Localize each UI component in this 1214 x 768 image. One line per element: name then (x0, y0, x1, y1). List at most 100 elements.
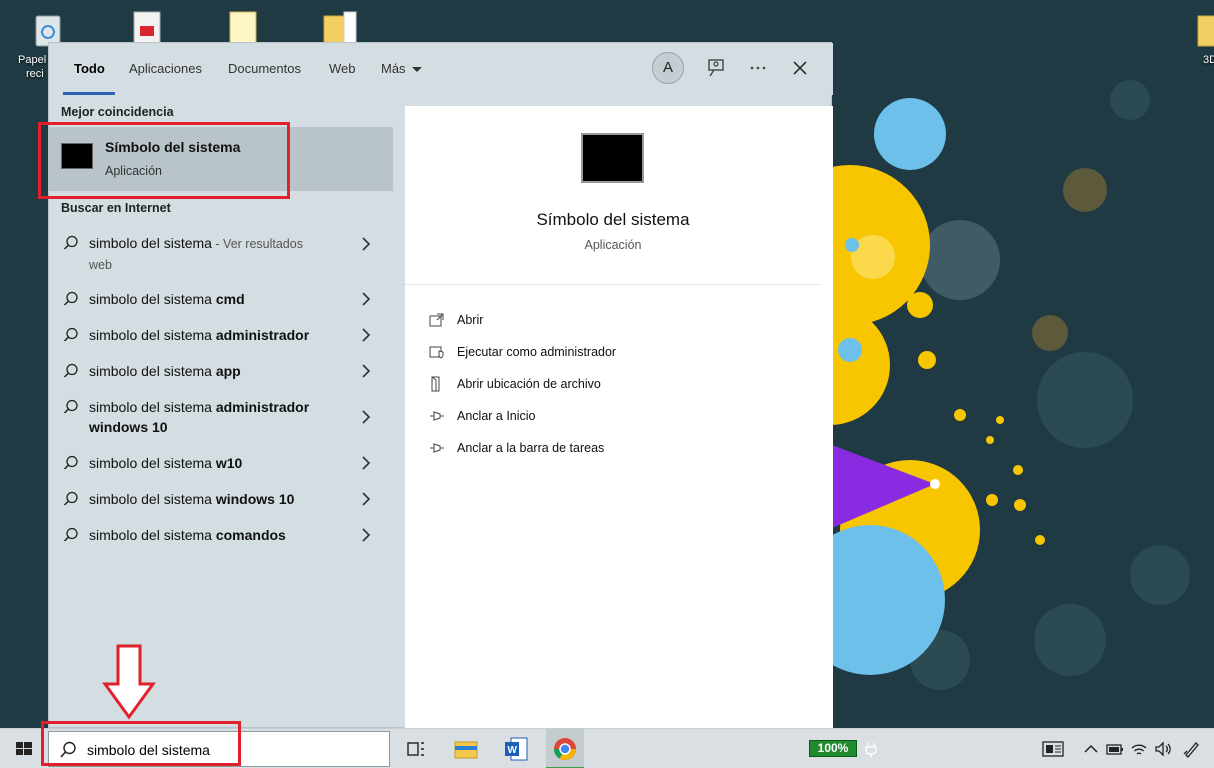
tab-aplicaciones[interactable]: Aplicaciones (129, 61, 202, 76)
web-result-bold: w10 (215, 455, 243, 471)
web-result-hint: - Ver resultados (211, 237, 303, 251)
taskbar-search-box[interactable] (48, 731, 390, 767)
chevron-right-icon (362, 410, 371, 424)
pin-icon (430, 443, 444, 453)
detail-pane: Símbolo del sistema Aplicación Abrir Eje… (405, 106, 833, 729)
tab-web[interactable]: Web (329, 61, 356, 76)
search-icon (63, 399, 78, 414)
web-search-heading: Buscar en Internet (61, 201, 171, 215)
web-result-bold: comandos (215, 527, 286, 543)
battery-percentage-badge: 100% (809, 740, 857, 757)
web-result-text: simbolo del sistema (89, 363, 216, 379)
power-plug-icon (865, 743, 877, 757)
arrow-down-icon (102, 644, 156, 720)
action-label: Ejecutar como administrador (457, 345, 617, 359)
search-tabs-bar: Todo Aplicaciones Documentos Web Más A (49, 43, 833, 95)
detail-divider (405, 284, 821, 285)
best-match-subtitle: Aplicación (105, 164, 162, 178)
taskbar-active-app[interactable] (546, 729, 584, 768)
best-match-item[interactable]: Símbolo del sistema Aplicación (49, 127, 393, 191)
folder-icon-3d[interactable] (1194, 8, 1214, 48)
search-icon (63, 363, 78, 378)
chevron-right-icon (362, 528, 371, 542)
web-result-6[interactable]: simbolo del sistema windows 10 (49, 489, 393, 513)
search-results: Mejor coincidencia Símbolo del sistema A… (49, 95, 393, 729)
desktop-label-recycle-2: reci (26, 68, 44, 80)
web-result-bold-2: windows 10 (89, 419, 168, 435)
search-icon (60, 741, 76, 758)
tab-todo[interactable]: Todo (74, 61, 105, 76)
detail-subtitle: Aplicación (584, 238, 642, 252)
action-label: Abrir ubicación de archivo (457, 377, 601, 391)
web-result-2[interactable]: simbolo del sistema administrador (49, 325, 393, 349)
admin-shield-icon (429, 346, 444, 359)
web-result-0[interactable]: simbolo del sistema - Ver resultados web (49, 233, 393, 277)
action-label: Abrir (457, 313, 484, 327)
volume-icon[interactable] (1154, 740, 1172, 758)
news-icon[interactable] (1042, 740, 1066, 758)
web-result-bold: administrador (215, 327, 310, 343)
web-result-text: simbolo del sistema (89, 291, 216, 307)
pin-icon (430, 411, 444, 421)
desktop-label-3d: 3D (1203, 54, 1214, 66)
web-result-bold: cmd (215, 291, 245, 307)
avatar[interactable]: A (652, 52, 684, 84)
search-panel: Todo Aplicaciones Documentos Web Más A M… (48, 42, 833, 729)
tab-mas[interactable]: Más (381, 61, 422, 76)
chevron-right-icon (362, 492, 371, 506)
web-result-text: simbolo del sistema (89, 455, 216, 471)
wifi-icon[interactable] (1130, 740, 1148, 758)
search-icon (63, 291, 78, 306)
battery-icon[interactable] (1106, 740, 1124, 758)
web-result-hint-2: web (89, 258, 112, 272)
chevron-down-icon (411, 67, 422, 73)
best-match-title: Símbolo del sistema (105, 139, 241, 155)
web-result-text: simbolo del sistema (89, 491, 216, 507)
chevron-right-icon (362, 292, 371, 306)
best-match-heading: Mejor coincidencia (61, 105, 174, 119)
file-explorer-icon[interactable] (452, 735, 480, 763)
web-result-text: simbolo del sistema (89, 235, 212, 251)
windows-start-icon[interactable] (10, 735, 38, 763)
task-view-icon[interactable] (402, 735, 430, 763)
more-options-icon[interactable] (747, 57, 769, 79)
search-icon (63, 455, 78, 470)
close-icon[interactable] (789, 57, 811, 79)
search-icon (63, 235, 78, 250)
chevron-up-icon[interactable] (1082, 740, 1100, 758)
open-icon (429, 313, 444, 327)
tab-documentos[interactable]: Documentos (228, 61, 301, 76)
web-result-text: simbolo del sistema (89, 327, 216, 343)
web-result-text: simbolo del sistema (89, 527, 216, 543)
web-result-4[interactable]: simbolo del sistema administrador windows… (49, 397, 393, 441)
tab-mas-label: Más (381, 61, 406, 76)
svg-text:W: W (508, 745, 518, 756)
chevron-right-icon (362, 456, 371, 470)
search-input[interactable] (87, 738, 377, 762)
web-result-7[interactable]: simbolo del sistema comandos (49, 525, 393, 549)
taskbar: W 100% (0, 728, 1214, 768)
web-result-3[interactable]: simbolo del sistema app (49, 361, 393, 385)
file-location-icon (431, 376, 440, 392)
web-result-bold: app (215, 363, 241, 379)
search-icon (63, 527, 78, 542)
search-icon (63, 491, 78, 506)
feedback-icon[interactable] (705, 57, 727, 79)
search-icon (63, 327, 78, 342)
detail-title: Símbolo del sistema (536, 210, 690, 229)
action-label: Anclar a Inicio (457, 409, 536, 423)
chrome-icon (554, 738, 576, 760)
chevron-right-icon (362, 364, 371, 378)
pen-icon[interactable] (1182, 740, 1200, 758)
web-result-1[interactable]: simbolo del sistema cmd (49, 289, 393, 313)
web-result-5[interactable]: simbolo del sistema w10 (49, 453, 393, 477)
chevron-right-icon (362, 328, 371, 342)
command-prompt-icon (61, 143, 93, 169)
word-icon[interactable]: W (502, 735, 530, 763)
chevron-right-icon (362, 237, 371, 251)
web-result-bold: administrador (215, 399, 310, 415)
web-result-bold: windows 10 (215, 491, 295, 507)
desktop-label-recycle: Papel (18, 54, 47, 66)
action-label: Anclar a la barra de tareas (457, 441, 605, 455)
web-result-text: simbolo del sistema (89, 399, 216, 415)
